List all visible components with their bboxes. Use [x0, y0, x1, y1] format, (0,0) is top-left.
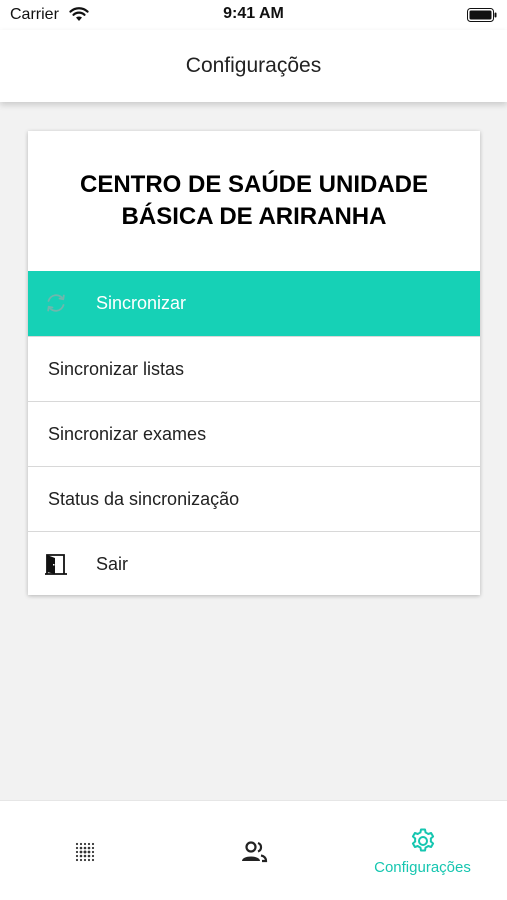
tab-configuracoes[interactable]: Configurações	[338, 801, 507, 900]
unit-card: CENTRO DE SAÚDE UNIDADE BÁSICA DE ARIRAN…	[28, 131, 480, 595]
tab-biometrics[interactable]	[0, 801, 169, 900]
menu-item-sair[interactable]: Sair	[28, 531, 480, 596]
unit-name: CENTRO DE SAÚDE UNIDADE BÁSICA DE ARIRAN…	[79, 171, 429, 230]
tab-label: Configurações	[374, 859, 471, 876]
fingerprint-dots-icon	[75, 842, 94, 862]
menu-item-label: Sair	[96, 553, 129, 574]
nav-header: Configurações	[0, 30, 507, 102]
menu-item-sincronizar[interactable]: Sincronizar	[28, 271, 480, 336]
menu-item-sincronizar-listas[interactable]: Sincronizar listas	[28, 336, 480, 401]
menu-item-label: Sincronizar exames	[48, 423, 207, 444]
menu-item-label: Sincronizar listas	[48, 358, 185, 379]
people-icon	[241, 841, 267, 863]
settings-menu: Sincronizar Sincronizar listas Sincroniz…	[28, 271, 480, 596]
card-header: CENTRO DE SAÚDE UNIDADE BÁSICA DE ARIRAN…	[28, 131, 480, 271]
menu-item-label: Status da sincronização	[48, 488, 240, 509]
menu-item-status-sincronizacao[interactable]: Status da sincronização	[28, 466, 480, 531]
sync-icon	[47, 294, 65, 312]
menu-item-label: Sincronizar	[96, 293, 187, 313]
page-title: Configurações	[185, 54, 322, 77]
menu-item-sincronizar-exames[interactable]: Sincronizar exames	[28, 401, 480, 466]
clock: 9:41 AM	[223, 5, 284, 22]
tab-bar: Configurações	[0, 800, 507, 900]
door-exit-icon	[45, 554, 67, 575]
app-screen: Carrier 9:41 AM Configurações CENTRO DE …	[0, 0, 507, 900]
gear-icon	[411, 828, 434, 852]
status-bar: Carrier 9:41 AM	[0, 0, 507, 30]
tab-patients[interactable]	[169, 801, 338, 900]
battery-icon	[467, 8, 497, 22]
